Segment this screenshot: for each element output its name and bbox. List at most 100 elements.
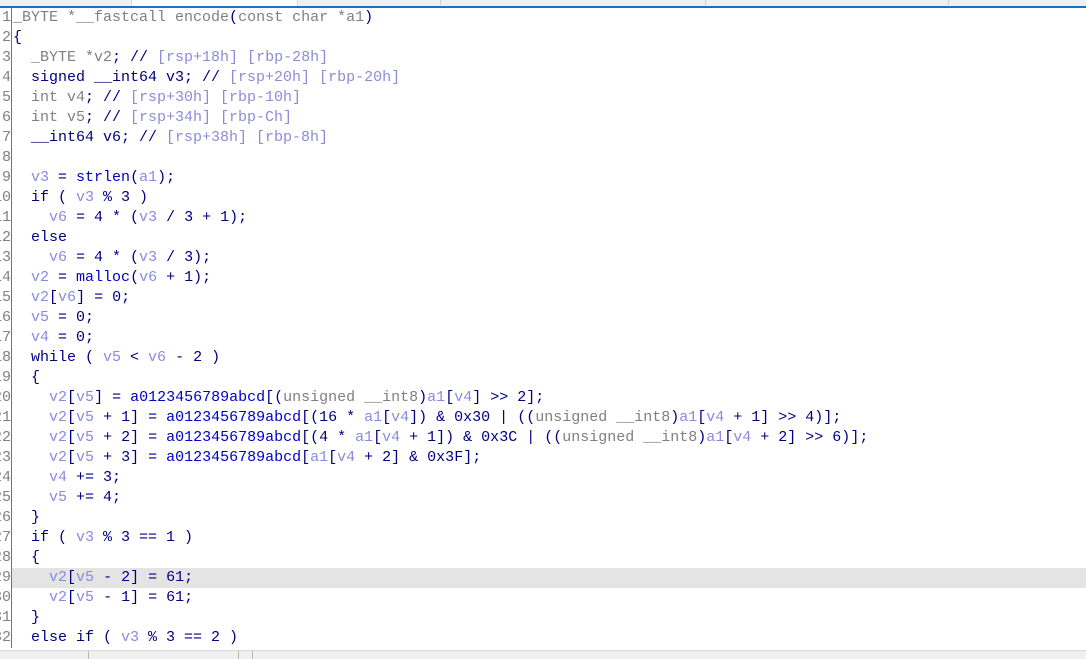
code-token[interactable]: a1 — [706, 429, 724, 446]
code-line[interactable]: 9 v3 = strlen(a1); — [0, 168, 1086, 188]
code-line[interactable]: 22 v2[v5 + 2] = a0123456789abcd[(4 * a1[… — [0, 428, 1086, 448]
code-token[interactable]: v3 — [139, 249, 157, 266]
code-token[interactable]: v2 — [49, 389, 67, 406]
code-token[interactable]: a0123456789abcd — [166, 409, 301, 426]
code-line[interactable]: 32 else if ( v3 % 3 == 2 ) — [0, 628, 1086, 648]
code-token[interactable]: v4 — [391, 409, 409, 426]
code-token[interactable]: v2 — [49, 449, 67, 466]
code-line[interactable]: 29 v2[v5 - 2] = 61; — [0, 568, 1086, 588]
code-token[interactable]: v2 — [49, 409, 67, 426]
code-token[interactable]: a0123456789abcd — [130, 389, 265, 406]
code-token: = 4 * ( — [67, 249, 140, 266]
code-token[interactable]: v6 — [139, 269, 157, 286]
code-token[interactable]: a0123456789abcd — [166, 449, 301, 466]
line-number: 21 — [0, 409, 11, 426]
code-token[interactable]: v4 — [31, 329, 49, 346]
code-line[interactable]: 23 v2[v5 + 3] = a0123456789abcd[a1[v4 + … — [0, 448, 1086, 468]
code-token[interactable]: v4 — [49, 469, 67, 486]
code-token[interactable]: a0123456789abcd — [166, 429, 301, 446]
code-line[interactable]: 11 v6 = 4 * (v3 / 3 + 1); — [0, 208, 1086, 228]
code-token[interactable]: a1 — [355, 429, 373, 446]
code-line[interactable]: 31 } — [0, 608, 1086, 628]
code-token[interactable]: v5 — [49, 489, 67, 506]
code-token[interactable]: a1 — [139, 169, 157, 186]
code-token: [ — [382, 409, 392, 426]
code-text: } — [13, 508, 40, 528]
code-token[interactable]: v2 — [49, 569, 67, 586]
code-token[interactable]: a1 — [310, 449, 328, 466]
code-token[interactable]: v2 — [49, 589, 67, 606]
code-text: v4 += 3; — [13, 468, 121, 488]
code-token[interactable]: v4 — [382, 429, 400, 446]
tab-pseudocode[interactable] — [131, 0, 298, 6]
code-token[interactable]: v6 — [148, 349, 166, 366]
code-token[interactable]: v4 — [733, 429, 751, 446]
code-token[interactable]: a1 — [364, 409, 382, 426]
code-line[interactable]: 17 v4 = 0; — [0, 328, 1086, 348]
line-number: 5 — [1, 89, 11, 106]
code-line[interactable]: 30 v2[v5 - 1] = 61; — [0, 588, 1086, 608]
code-line[interactable]: 25 v5 += 4; — [0, 488, 1086, 508]
code-token[interactable]: v5 — [76, 449, 94, 466]
pseudocode-view[interactable]: 1 _BYTE *__fastcall encode(const char *a1… — [0, 8, 1086, 648]
code-token[interactable]: v5 — [76, 569, 94, 586]
code-token[interactable]: a1 — [427, 389, 445, 406]
code-token[interactable]: v2 — [31, 269, 49, 286]
code-token[interactable]: v5 — [103, 349, 121, 366]
line-number: 20 — [0, 389, 11, 406]
code-token[interactable]: v5 — [76, 429, 94, 446]
code-line[interactable]: 7 __int64 v6; // [rsp+38h] [rbp-8h] — [0, 128, 1086, 148]
code-token[interactable]: v3 — [139, 209, 157, 226]
code-line[interactable]: 6 int v5; // [rsp+34h] [rbp-Ch] — [0, 108, 1086, 128]
code-line[interactable]: 8 — [0, 148, 1086, 168]
code-line[interactable]: 27 if ( v3 % 3 == 1 ) — [0, 528, 1086, 548]
code-line[interactable]: 10 if ( v3 % 3 ) — [0, 188, 1086, 208]
code-line[interactable]: 4 signed __int64 v3; // [rsp+20h] [rbp-2… — [0, 68, 1086, 88]
code-token[interactable]: v4 — [337, 449, 355, 466]
code-token: ] = 0; — [76, 289, 131, 306]
code-token[interactable]: v3 — [121, 629, 139, 646]
code-line[interactable]: 19 { — [0, 368, 1086, 388]
code-line[interactable]: 12 else — [0, 228, 1086, 248]
code-token[interactable]: v5 — [76, 389, 94, 406]
code-line[interactable]: 3 _BYTE *v2; // [rsp+18h] [rbp-28h] — [0, 48, 1086, 68]
code-line[interactable]: 16 v5 = 0; — [0, 308, 1086, 328]
code-line[interactable]: 28 { — [0, 548, 1086, 568]
code-token[interactable]: v5 — [31, 309, 49, 326]
code-token: ) — [697, 429, 707, 446]
code-line[interactable]: 2{ — [0, 28, 1086, 48]
code-token[interactable]: malloc — [76, 269, 130, 286]
code-token[interactable]: v5 — [76, 409, 94, 426]
code-token[interactable]: v2 — [49, 429, 67, 446]
code-token: unsigned __int8 — [535, 409, 671, 426]
code-token[interactable]: v3 — [76, 529, 94, 546]
code-line[interactable]: 13 v6 = 4 * (v3 / 3); — [0, 248, 1086, 268]
code-line[interactable]: 24 v4 += 3; — [0, 468, 1086, 488]
code-line[interactable]: 18 while ( v5 < v6 - 2 ) — [0, 348, 1086, 368]
code-token[interactable]: v5 — [76, 589, 94, 606]
code-token[interactable]: v6 — [49, 249, 67, 266]
code-token[interactable]: strlen — [76, 169, 130, 186]
code-token: [ — [697, 409, 707, 426]
code-token[interactable]: v3 — [31, 169, 49, 186]
code-line[interactable]: 14 v2 = malloc(v6 + 1); — [0, 268, 1086, 288]
code-line[interactable]: 26 } — [0, 508, 1086, 528]
code-line[interactable]: 21 v2[v5 + 1] = a0123456789abcd[(16 * a1… — [0, 408, 1086, 428]
code-token[interactable]: v4 — [706, 409, 724, 426]
code-token[interactable]: v2 — [31, 289, 49, 306]
code-token[interactable]: v3 — [76, 189, 94, 206]
code-line[interactable]: 5 int v4; // [rsp+30h] [rbp-10h] — [0, 88, 1086, 108]
code-token[interactable]: v4 — [454, 389, 472, 406]
code-token[interactable]: v6 — [58, 289, 76, 306]
code-token[interactable]: v6 — [49, 209, 67, 226]
code-line[interactable]: 1 _BYTE *__fastcall encode(const char *a1… — [0, 8, 1086, 28]
code-text: if ( v3 % 3 == 1 ) — [13, 528, 193, 548]
code-line[interactable]: 20 v2[v5] = a0123456789abcd[(unsigned __… — [0, 388, 1086, 408]
code-token[interactable]: a1 — [679, 409, 697, 426]
line-number: 24 — [0, 469, 11, 486]
code-line[interactable]: 15 v2[v6] = 0; — [0, 288, 1086, 308]
